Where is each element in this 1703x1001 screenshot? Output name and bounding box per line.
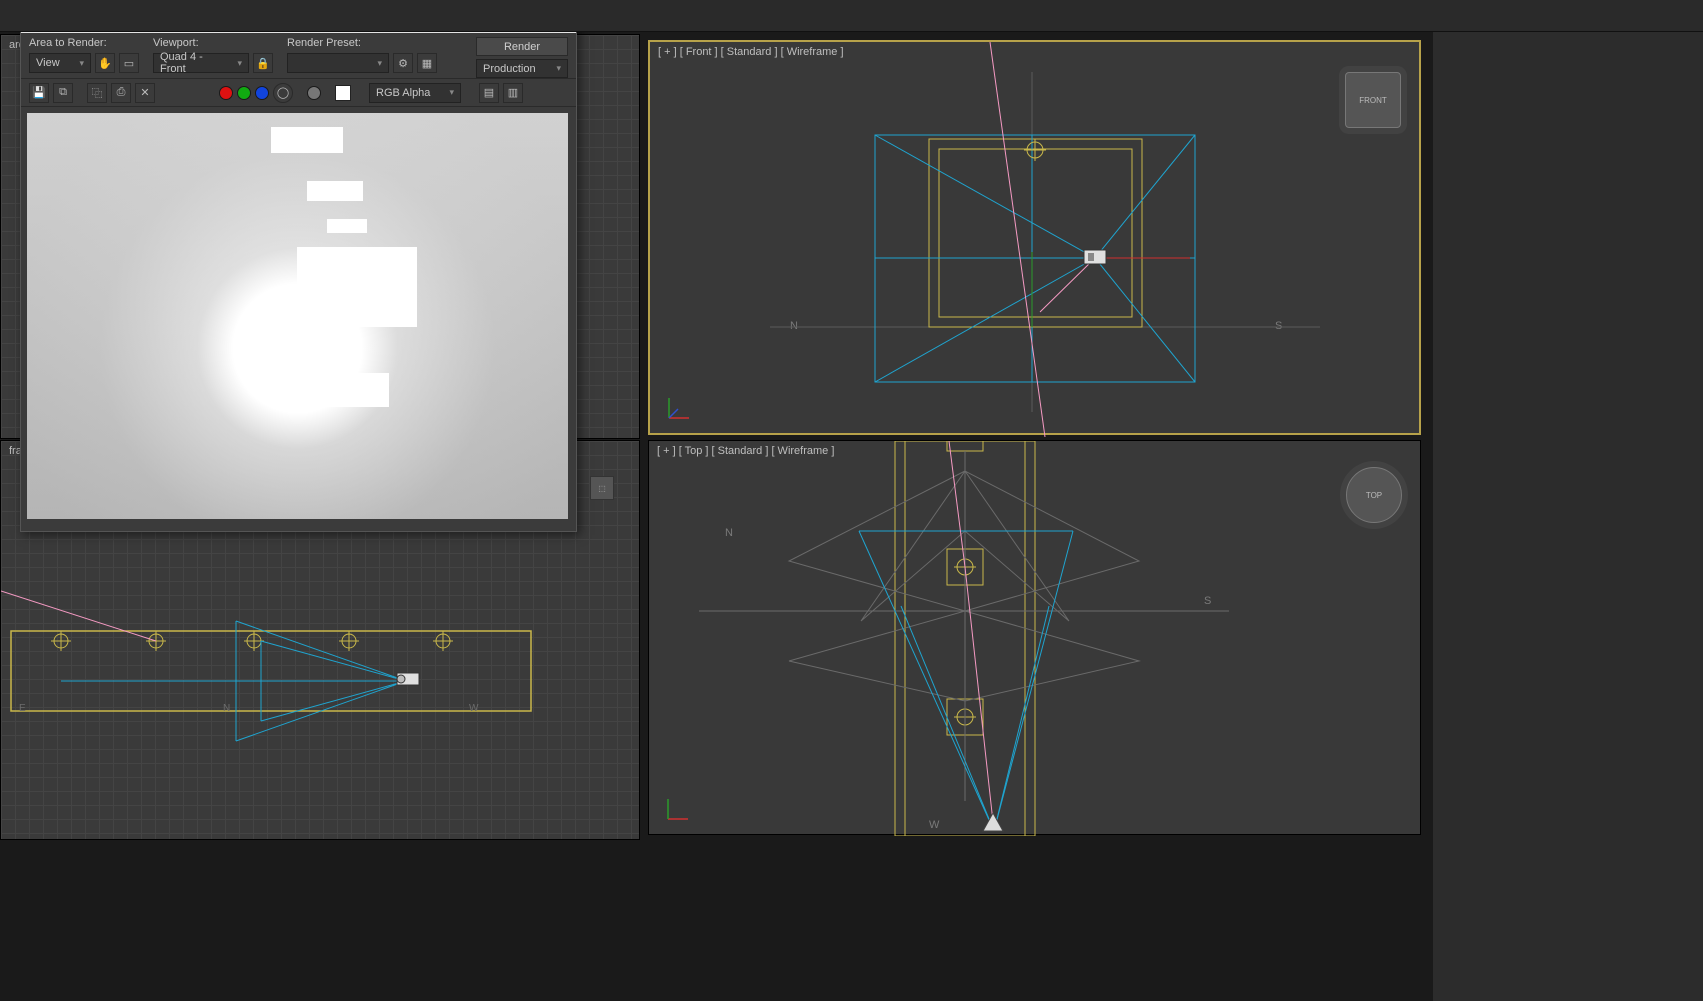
viewport-front[interactable]: [ + ] [ Front ] [ Standard ] [ Wireframe… xyxy=(648,40,1421,435)
command-panel[interactable] xyxy=(1433,0,1703,1001)
rendered-frame-window[interactable]: 3 PhysCamera001, frame 0, Display Gamma:… xyxy=(20,8,577,532)
background-swatch[interactable] xyxy=(335,85,351,101)
main-ribbon[interactable] xyxy=(0,0,1703,32)
channel-green[interactable] xyxy=(237,86,251,100)
environment-icon[interactable]: ▦ xyxy=(417,53,437,73)
save-icon: 💾 xyxy=(32,86,46,99)
chevron-down-icon: ▾ xyxy=(377,58,382,69)
toggle-ui-overlay-2[interactable]: ▥ xyxy=(503,83,523,103)
pan-icon[interactable]: ✋ xyxy=(95,53,115,73)
chevron-down-icon: ▾ xyxy=(449,87,454,98)
channel-red[interactable] xyxy=(219,86,233,100)
render-window xyxy=(297,247,417,327)
svg-text:N: N xyxy=(223,703,230,714)
render-mode-dropdown[interactable]: Production ▾ xyxy=(476,59,568,78)
overlay-icon: ▥ xyxy=(508,86,518,99)
toggle-ui-overlay-1[interactable]: ▤ xyxy=(479,83,499,103)
lock-icon[interactable]: 🔒 xyxy=(253,53,273,73)
dropdown-value: Production xyxy=(483,63,536,75)
axis-tripod xyxy=(664,393,694,423)
channel-blue[interactable] xyxy=(255,86,269,100)
svg-text:E: E xyxy=(19,703,26,714)
svg-text:W: W xyxy=(469,703,479,714)
render-setup-icon[interactable]: ⚙ xyxy=(393,53,413,73)
chevron-down-icon: ▾ xyxy=(79,58,84,69)
render-button-label: Render xyxy=(504,41,540,53)
viewport-label-text: Viewport: xyxy=(153,37,273,49)
copy-image-button[interactable]: ⧉ xyxy=(53,83,73,103)
clear-button[interactable]: ✕ xyxy=(135,83,155,103)
save-image-button[interactable]: 💾 xyxy=(29,83,49,103)
area-to-render-label: Area to Render: xyxy=(29,37,139,49)
clone-icon: ⿻ xyxy=(92,85,103,101)
channel-dropdown[interactable]: RGB Alpha ▾ xyxy=(369,83,461,103)
dropdown-value: RGB Alpha xyxy=(376,87,430,99)
copy-icon: ⧉ xyxy=(59,86,67,99)
render-light xyxy=(327,219,367,233)
render-preset-dropdown[interactable]: ▾ xyxy=(287,53,389,73)
render-preset-label: Render Preset: xyxy=(287,37,437,49)
render-output-image[interactable] xyxy=(27,113,568,519)
overlay-icon: ▤ xyxy=(484,86,494,99)
channel-mono[interactable] xyxy=(307,86,321,100)
dropdown-value: View xyxy=(36,57,60,69)
channel-alpha[interactable]: ◯ xyxy=(273,83,293,103)
viewport-shade-toggle[interactable]: ⬚ xyxy=(590,476,614,500)
area-to-render-dropdown[interactable]: View ▾ xyxy=(29,53,91,73)
viewport-top[interactable]: [ + ] [ Top ] [ Standard ] [ Wireframe ]… xyxy=(648,440,1421,835)
render-button[interactable]: Render xyxy=(476,37,568,56)
clone-button[interactable]: ⿻ xyxy=(87,83,107,103)
axis-tripod xyxy=(663,794,693,824)
viewport-dropdown[interactable]: Quad 4 - Front ▾ xyxy=(153,53,249,73)
render-toolbar-top: Area to Render: View ▾ ✋ ▭ Viewport: Quad… xyxy=(21,33,576,79)
chevron-down-icon: ▾ xyxy=(237,58,242,69)
print-button[interactable]: ⎙ xyxy=(111,83,131,103)
region-icon[interactable]: ▭ xyxy=(119,53,139,73)
render-floor-light xyxy=(285,373,389,407)
render-light xyxy=(307,181,363,201)
delete-icon: ✕ xyxy=(140,86,149,99)
chevron-down-icon: ▾ xyxy=(556,63,561,74)
print-icon: ⎙ xyxy=(117,86,126,99)
dropdown-value: Quad 4 - Front xyxy=(160,51,231,75)
render-toolbar-bottom: 💾 ⧉ ⿻ ⎙ ✕ ◯ RGB Alpha ▾ ▤ ▥ xyxy=(21,79,576,107)
render-light xyxy=(271,127,343,153)
